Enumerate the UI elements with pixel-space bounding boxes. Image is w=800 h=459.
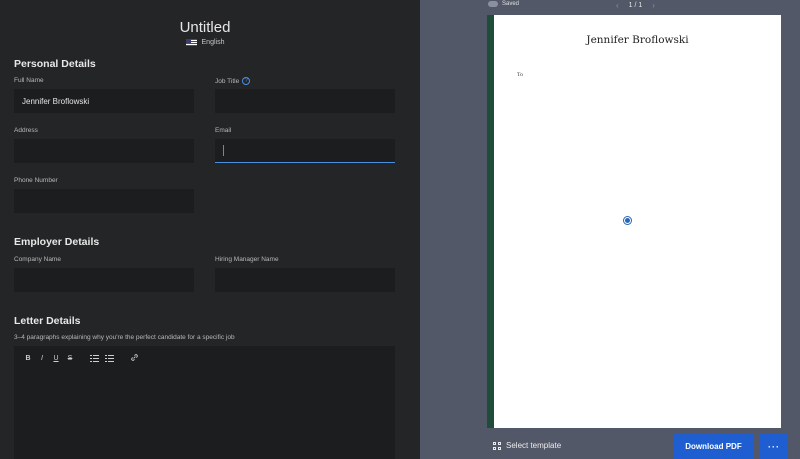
hiring-manager-input[interactable] <box>215 268 395 292</box>
cursor-indicator <box>624 217 631 224</box>
chevron-right-icon[interactable]: › <box>652 1 655 10</box>
bold-button[interactable]: B <box>24 355 32 362</box>
company-label: Company Name <box>14 256 61 263</box>
grid-icon <box>493 441 501 450</box>
language-label: English <box>201 39 225 46</box>
page-navigator: ‹ 1 / 1 › <box>616 1 655 10</box>
phone-label: Phone Number <box>14 177 58 184</box>
info-icon[interactable]: ? <box>242 77 251 85</box>
section-letter-details: Letter Details <box>14 315 81 327</box>
editor-panel: Untitled English Personal Details Full N… <box>0 0 420 459</box>
hiring-manager-label: Hiring Manager Name <box>215 256 279 263</box>
email-label: Email <box>215 127 232 134</box>
more-options-button[interactable]: ··· <box>760 434 788 459</box>
letter-editor[interactable]: B I U S <box>14 346 395 459</box>
full-name-value: Jennifer Broflowski <box>22 96 90 106</box>
full-name-input[interactable]: Jennifer Broflowski <box>14 89 194 113</box>
document-preview-page[interactable]: Jennifer Broflowski To <box>487 15 781 428</box>
section-employer-details: Employer Details <box>14 236 100 248</box>
link-icon[interactable] <box>130 353 139 364</box>
bullet-list-icon[interactable] <box>105 355 114 362</box>
job-title-input[interactable] <box>215 89 395 113</box>
page-indicator: 1 / 1 <box>628 2 643 9</box>
cloud-icon <box>488 1 498 7</box>
letter-hint: 3–4 paragraphs explaining why you're the… <box>14 334 235 341</box>
address-input[interactable] <box>14 139 194 163</box>
company-input[interactable] <box>14 268 194 292</box>
rte-toolbar: B I U S <box>24 353 139 364</box>
select-template-button[interactable]: Select template <box>493 441 561 450</box>
strikethrough-button[interactable]: S <box>66 355 74 362</box>
language-selector[interactable]: English <box>0 39 410 46</box>
email-input[interactable] <box>215 139 395 163</box>
save-status-label: Saved <box>502 1 520 7</box>
preview-name: Jennifer Broflowski <box>586 34 689 46</box>
address-label: Address <box>14 127 38 134</box>
select-template-label: Select template <box>506 441 562 450</box>
job-title-label-row: Job Title ? <box>215 77 251 85</box>
chevron-left-icon[interactable]: ‹ <box>616 1 619 10</box>
italic-button[interactable]: I <box>38 355 46 362</box>
text-caret <box>223 145 224 156</box>
preview-to: To <box>517 72 523 78</box>
full-name-label: Full Name <box>14 77 44 84</box>
job-title-label: Job Title <box>215 77 240 85</box>
download-pdf-button[interactable]: Download PDF <box>674 434 753 459</box>
document-title[interactable]: Untitled <box>0 19 410 36</box>
save-status: Saved <box>488 1 519 7</box>
template-accent-bar <box>487 15 494 428</box>
underline-button[interactable]: U <box>52 355 60 362</box>
section-personal-details: Personal Details <box>14 58 96 70</box>
phone-input[interactable] <box>14 189 194 213</box>
preview-panel: Saved ‹ 1 / 1 › Jennifer Broflowski To S… <box>420 0 800 459</box>
us-flag-icon <box>185 39 197 46</box>
ordered-list-icon[interactable] <box>90 355 99 362</box>
